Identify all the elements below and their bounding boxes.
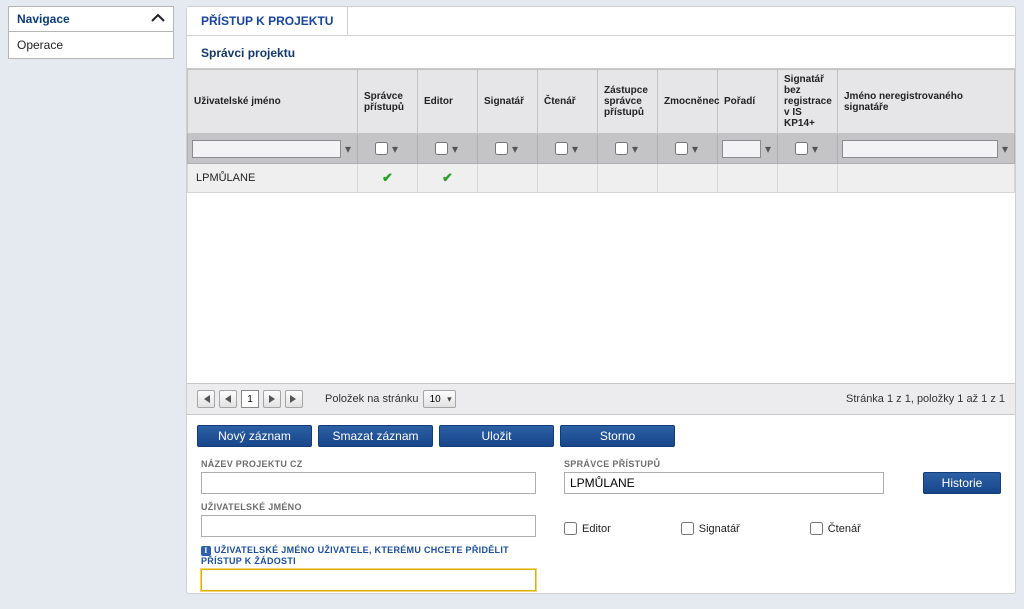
filter-signatar[interactable] bbox=[495, 142, 508, 155]
project-name-label: NÁZEV PROJEKTU CZ bbox=[201, 459, 536, 469]
editor-checkbox[interactable] bbox=[564, 522, 577, 535]
cell-editor: ✔ bbox=[418, 164, 478, 193]
cell-poradi bbox=[718, 164, 778, 193]
cell-signatar bbox=[478, 164, 538, 193]
pager-status: Stránka 1 z 1, položky 1 až 1 z 1 bbox=[846, 393, 1005, 405]
cell-username: LPMŮLANE bbox=[188, 164, 358, 193]
grid-filter-row: ▾ ▾ ▾ ▾ ▾ ▾ ▾ ▾ ▾ ▾ bbox=[188, 134, 1015, 164]
filter-zmocnenec[interactable] bbox=[675, 142, 688, 155]
project-name-input[interactable] bbox=[201, 472, 536, 494]
username-label: UŽIVATELSKÉ JMÉNO bbox=[201, 502, 536, 512]
filter-icon[interactable]: ▾ bbox=[510, 143, 520, 155]
filter-icon[interactable]: ▾ bbox=[570, 143, 580, 155]
nav-title: Navigace bbox=[17, 12, 70, 26]
col-ctenar[interactable]: Čtenář bbox=[538, 70, 598, 134]
cell-nereg bbox=[838, 164, 1015, 193]
check-icon: ✔ bbox=[382, 170, 393, 185]
filter-icon[interactable]: ▾ bbox=[343, 143, 353, 155]
ctenar-checkbox-wrap[interactable]: Čtenář bbox=[810, 522, 861, 535]
nav-panel: Navigace Operace bbox=[8, 6, 174, 59]
save-button[interactable]: Uložit bbox=[439, 425, 554, 447]
cell-ctenar bbox=[538, 164, 598, 193]
nav-header[interactable]: Navigace bbox=[9, 7, 173, 32]
pager-next[interactable] bbox=[263, 390, 281, 408]
filter-zastupce[interactable] bbox=[615, 142, 628, 155]
editor-checkbox-wrap[interactable]: Editor bbox=[564, 522, 611, 535]
filter-spravce[interactable] bbox=[375, 142, 388, 155]
ctenar-checkbox[interactable] bbox=[810, 522, 823, 535]
edit-form: NÁZEV PROJEKTU CZ SPRÁVCE PŘÍSTUPŮ Histo… bbox=[187, 455, 1015, 609]
col-zastupce[interactable]: Zástupce správce přístupů bbox=[598, 70, 658, 134]
signatar-checkbox[interactable] bbox=[681, 522, 694, 535]
per-page-label: Položek na stránku bbox=[325, 393, 419, 405]
filter-ctenar[interactable] bbox=[555, 142, 568, 155]
filter-poradi[interactable] bbox=[722, 140, 761, 158]
pager-prev[interactable] bbox=[219, 390, 237, 408]
col-signatar-bez[interactable]: Signatář bez registrace v IS KP14+ bbox=[778, 70, 838, 134]
filter-nereg[interactable] bbox=[842, 140, 998, 158]
history-button[interactable]: Historie bbox=[923, 472, 1001, 494]
filter-signatar-bez[interactable] bbox=[795, 142, 808, 155]
assign-user-label: iUŽIVATELSKÉ JMÉNO UŽIVATELE, KTERÉMU CH… bbox=[201, 545, 536, 566]
cell-spravce: ✔ bbox=[358, 164, 418, 193]
signatar-checkbox-label: Signatář bbox=[699, 523, 740, 535]
filter-icon[interactable]: ▾ bbox=[763, 143, 773, 155]
cell-zmocnenec bbox=[658, 164, 718, 193]
manager-input[interactable] bbox=[564, 472, 884, 494]
filter-icon[interactable]: ▾ bbox=[450, 143, 460, 155]
signatar-checkbox-wrap[interactable]: Signatář bbox=[681, 522, 740, 535]
new-record-button[interactable]: Nový záznam bbox=[197, 425, 312, 447]
col-signatar[interactable]: Signatář bbox=[478, 70, 538, 134]
filter-icon[interactable]: ▾ bbox=[390, 143, 400, 155]
delete-record-button[interactable]: Smazat záznam bbox=[318, 425, 433, 447]
editor-checkbox-label: Editor bbox=[582, 523, 611, 535]
info-icon: i bbox=[201, 546, 211, 556]
section-title: Správci projektu bbox=[187, 36, 1015, 68]
username-input[interactable] bbox=[201, 515, 536, 537]
pager-first[interactable] bbox=[197, 390, 215, 408]
col-username[interactable]: Uživatelské jméno bbox=[188, 70, 358, 134]
button-bar: Nový záznam Smazat záznam Uložit Storno bbox=[187, 415, 1015, 455]
cancel-button[interactable]: Storno bbox=[560, 425, 675, 447]
nav-item-operace[interactable]: Operace bbox=[9, 32, 173, 58]
filter-icon[interactable]: ▾ bbox=[630, 143, 640, 155]
filter-editor[interactable] bbox=[435, 142, 448, 155]
assign-user-input[interactable] bbox=[201, 569, 536, 591]
grid: Uživatelské jméno Správce přístupů Edito… bbox=[187, 68, 1015, 415]
chevron-up-icon bbox=[151, 11, 165, 27]
pager-page-input[interactable] bbox=[241, 390, 259, 408]
tab-pristup[interactable]: PŘÍSTUP K PROJEKTU bbox=[187, 7, 348, 35]
grid-header-row: Uživatelské jméno Správce přístupů Edito… bbox=[188, 70, 1015, 134]
tab-bar: PŘÍSTUP K PROJEKTU bbox=[187, 7, 1015, 36]
col-zmocnenec[interactable]: Zmocněnec bbox=[658, 70, 718, 134]
pager-last[interactable] bbox=[285, 390, 303, 408]
grid-empty-space bbox=[187, 193, 1015, 383]
main-panel: PŘÍSTUP K PROJEKTU Správci projektu bbox=[186, 6, 1016, 594]
col-nereg-signatar[interactable]: Jméno neregistrovaného signatáře bbox=[838, 70, 1015, 134]
cell-signatar-bez bbox=[778, 164, 838, 193]
filter-username[interactable] bbox=[192, 140, 341, 158]
per-page-select[interactable]: 10 bbox=[423, 390, 456, 408]
col-spravce[interactable]: Správce přístupů bbox=[358, 70, 418, 134]
cell-zastupce bbox=[598, 164, 658, 193]
check-icon: ✔ bbox=[442, 170, 453, 185]
pager: Položek na stránku 10 Stránka 1 z 1, pol… bbox=[187, 383, 1015, 415]
col-poradi[interactable]: Pořadí bbox=[718, 70, 778, 134]
ctenar-checkbox-label: Čtenář bbox=[828, 523, 861, 535]
filter-icon[interactable]: ▾ bbox=[1000, 143, 1010, 155]
filter-icon[interactable]: ▾ bbox=[690, 143, 700, 155]
manager-label: SPRÁVCE PŘÍSTUPŮ bbox=[564, 459, 884, 469]
col-editor[interactable]: Editor bbox=[418, 70, 478, 134]
table-row[interactable]: LPMŮLANE ✔ ✔ bbox=[188, 164, 1015, 193]
filter-icon[interactable]: ▾ bbox=[810, 143, 820, 155]
